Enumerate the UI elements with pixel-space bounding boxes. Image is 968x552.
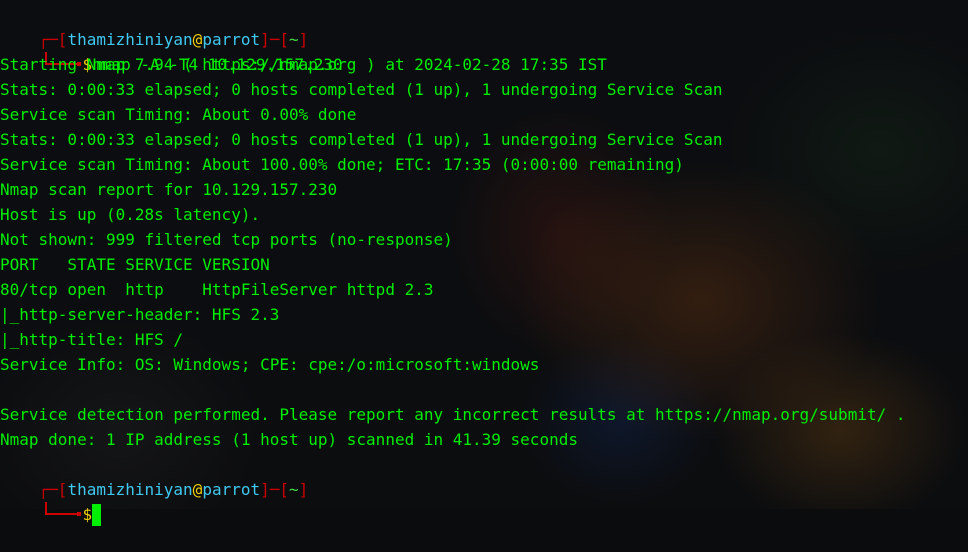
command-line-2[interactable]: $ [0,477,968,526]
terminal-window[interactable]: ┌─[thamizhiniyan@parrot]─[~] $nmap -A -T… [0,2,968,526]
output-line: 80/tcp open http HttpFileServer httpd 2.… [0,280,434,299]
output-line: Nmap done: 1 IP address (1 host up) scan… [0,430,578,449]
output-line: Service detection performed. Please repo… [0,405,906,424]
prompt-corner-icon [39,502,83,527]
output-line: |_http-server-header: HFS 2.3 [0,305,280,324]
output-line: Stats: 0:00:33 elapsed; 0 hosts complete… [0,80,723,99]
output-line: Nmap scan report for 10.129.157.230 [0,180,338,199]
output-line: Service scan Timing: About 0.00% done [0,105,357,124]
output-line: Starting Nmap 7.94 ( https://nmap.org ) … [0,55,607,74]
output-line: Service Info: OS: Windows; CPE: cpe:/o:m… [0,355,540,374]
prompt-line-2: ┌─[thamizhiniyan@parrot]─[~] [0,452,968,499]
output-line: PORT STATE SERVICE VERSION [0,255,270,274]
output-line: Service scan Timing: About 100.00% done;… [0,155,684,174]
output-line: Host is up (0.28s latency). [0,205,261,224]
prompt-dollar: $ [82,505,93,524]
output-line: Stats: 0:00:33 elapsed; 0 hosts complete… [0,130,723,149]
command-line-1: $nmap -A -T4 10.129.157.230 [0,27,968,74]
prompt-line-1: ┌─[thamizhiniyan@parrot]─[~] [0,2,968,49]
output-line: |_http-title: HFS / [0,330,184,349]
text-cursor[interactable] [92,503,102,526]
output-line: Not shown: 999 filtered tcp ports (no-re… [0,230,453,249]
